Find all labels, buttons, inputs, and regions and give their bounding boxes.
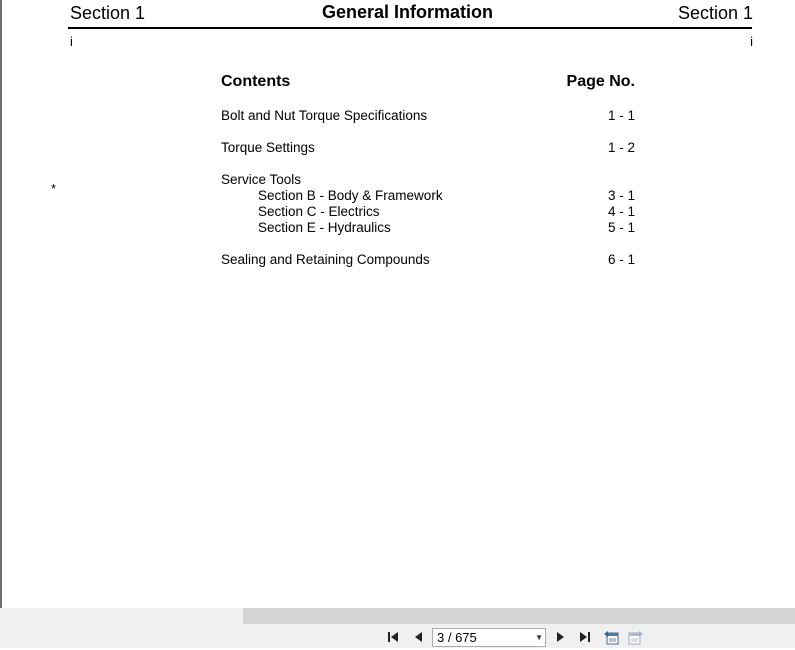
toc-label: Section C - Electrics — [258, 204, 380, 219]
document-page — [2, 0, 795, 608]
toc-page: 5 - 1 — [607, 220, 635, 235]
previous-page-button[interactable] — [410, 629, 426, 645]
toc-page: 4 - 1 — [607, 204, 635, 219]
toc-page: 3 - 1 — [607, 188, 635, 203]
header-section-right: Section 1 — [677, 3, 753, 23]
toc-label: Bolt and Nut Torque Specifications — [221, 108, 428, 123]
page-marker-left: i — [70, 34, 73, 49]
first-page-icon — [388, 632, 398, 642]
header-rule — [68, 27, 752, 29]
scroll-track-left — [0, 608, 243, 624]
toc-row: Bolt and Nut Torque Specifications 1 - 1 — [221, 108, 635, 124]
toc-row: Service Tools — [221, 172, 635, 188]
toc-label: Sealing and Retaining Compounds — [221, 252, 430, 267]
page-no-heading: Page No. — [566, 73, 635, 90]
toc-row: Section C - Electrics 4 - 1 — [221, 204, 635, 220]
toc-label: Service Tools — [221, 172, 302, 187]
next-page-icon — [557, 632, 564, 642]
toc-row: Torque Settings 1 - 2 — [221, 140, 635, 156]
first-page-button[interactable] — [385, 629, 401, 645]
previous-page-icon — [415, 632, 422, 642]
toc-page: 1 - 2 — [607, 140, 635, 155]
margin-star: * — [51, 181, 57, 196]
previous-view-button[interactable] — [603, 629, 619, 645]
toc-page: 1 - 1 — [607, 108, 635, 123]
toc-label: Torque Settings — [221, 140, 315, 155]
contents-heading: Contents — [221, 73, 291, 90]
prev-view-icon — [604, 631, 619, 645]
toc-row: Section B - Body & Framework 3 - 1 — [221, 188, 635, 204]
toc-page: 6 - 1 — [607, 252, 635, 267]
chevron-down-icon: ▼ — [535, 633, 543, 642]
last-page-button[interactable] — [577, 629, 593, 645]
page-indicator: 3 / 675 — [437, 630, 477, 645]
header-section-left: Section 1 — [70, 3, 146, 23]
horizontal-scrollbar[interactable] — [243, 608, 795, 624]
page-number-select[interactable]: 3 / 675 ▼ — [432, 628, 546, 647]
next-view-icon — [628, 631, 643, 645]
next-page-button[interactable] — [553, 629, 569, 645]
toc-row: Sealing and Retaining Compounds 6 - 1 — [221, 252, 635, 268]
page-title: General Information — [322, 2, 494, 22]
page-marker-right: i — [750, 34, 753, 49]
toc-label: Section E - Hydraulics — [258, 220, 391, 235]
toc-row: Section E - Hydraulics 5 - 1 — [221, 220, 635, 236]
next-view-button[interactable] — [628, 629, 644, 645]
last-page-icon — [580, 632, 590, 642]
toc-label: Section B - Body & Framework — [258, 188, 443, 203]
